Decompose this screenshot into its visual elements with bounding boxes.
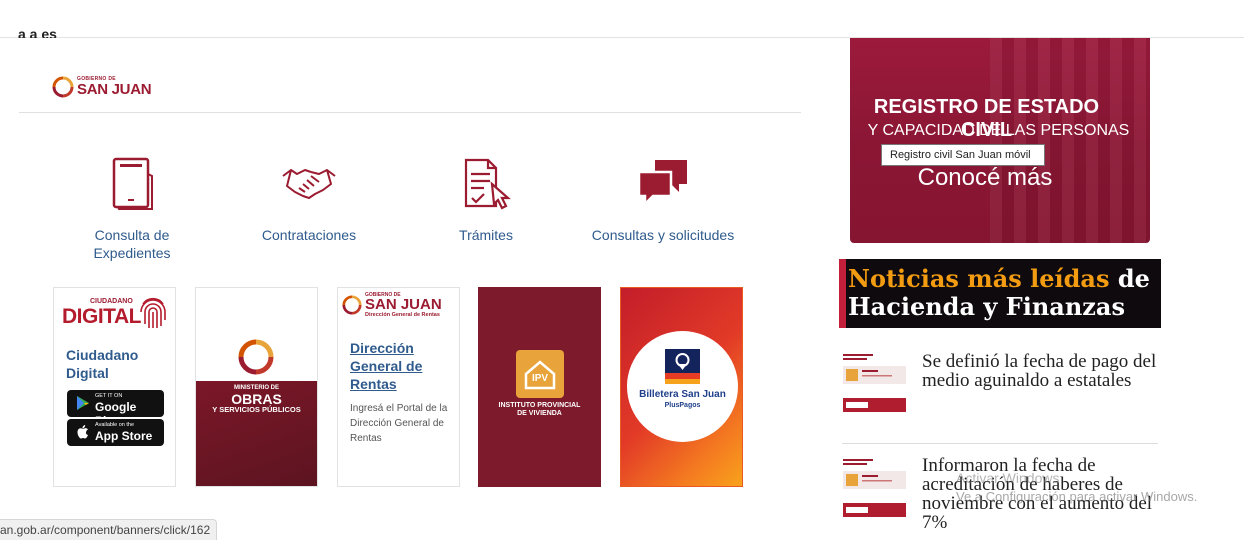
document-icon bbox=[112, 157, 153, 210]
billetera-title: Billetera San Juan bbox=[639, 389, 726, 400]
billetera-badge: Billetera San Juan PlusPagos bbox=[627, 331, 738, 442]
fingerprint-icon bbox=[140, 297, 166, 328]
ciudadano-badge-small: CIUDADANO bbox=[90, 298, 133, 305]
billetera-san-juan-card[interactable]: Billetera San Juan PlusPagos bbox=[620, 287, 743, 487]
service-label: Consultas y solicitudes bbox=[591, 227, 735, 243]
windows-watermark-sub: Ve a Configuración para activar Windows. bbox=[956, 489, 1198, 504]
status-bar-url: an.gob.ar/component/banners/click/162 bbox=[0, 519, 218, 540]
google-play-button[interactable]: GET IT ON Google Play bbox=[67, 390, 164, 428]
house-icon: IPV bbox=[524, 360, 556, 390]
windows-watermark: Activar Windows bbox=[956, 470, 1060, 486]
ciudadano-digital-link[interactable]: Ciudadano Digital bbox=[66, 346, 146, 382]
rentas-logo: GOBIERNO DE SAN JUAN Dirección General d… bbox=[342, 292, 442, 318]
billetera-sub: PlusPagos bbox=[664, 402, 701, 409]
rentas-description: Ingresá el Portal de la Dirección Genera… bbox=[350, 403, 448, 444]
svg-text:IPV: IPV bbox=[532, 373, 548, 384]
logo-big-text: SAN JUAN bbox=[77, 81, 152, 98]
banner-tooltip: Registro civil San Juan móvil bbox=[881, 144, 1045, 166]
google-play-icon bbox=[77, 396, 89, 410]
rentas-title-link[interactable]: Dirección General de Rentas bbox=[350, 339, 440, 393]
service-contrataciones[interactable]: Contrataciones bbox=[249, 156, 369, 246]
service-consulta-expedientes[interactable]: Consulta de Expedientes bbox=[72, 156, 192, 264]
form-icon bbox=[464, 158, 511, 210]
service-label: Contrataciones bbox=[261, 227, 357, 243]
news-separator bbox=[842, 443, 1158, 444]
service-consultas-solicitudes[interactable]: Consultas y solicitudes bbox=[582, 156, 744, 246]
ipv-text: INSTITUTO PROVINCIAL DE VIVIENDA bbox=[498, 402, 581, 417]
section-divider bbox=[19, 112, 801, 113]
ciudadano-badge-big: DIGITAL bbox=[62, 305, 141, 328]
obras-line3: Y SERVICIOS PÚBLICOS bbox=[212, 405, 301, 414]
news-thumbnail[interactable] bbox=[842, 457, 907, 517]
handshake-icon bbox=[282, 169, 336, 199]
banner-cta: Conocé más bbox=[917, 164, 1053, 191]
banner-line2: Y CAPACIDAD DE LAS PERSONAS bbox=[867, 122, 1130, 139]
service-label: Consulta de Expedientes bbox=[93, 227, 171, 261]
app-store-button[interactable]: Available on the App Store bbox=[67, 419, 164, 446]
direccion-rentas-card[interactable]: GOBIERNO DE SAN JUAN Dirección General d… bbox=[337, 287, 460, 487]
sun-logo-icon bbox=[238, 339, 274, 375]
location-pin-icon bbox=[665, 349, 700, 384]
news-item-title[interactable]: Se definió la fecha de pago del medio ag… bbox=[922, 352, 1162, 390]
ciudadano-digital-card[interactable]: CIUDADANO DIGITAL Ciudadano Digital GET … bbox=[53, 287, 176, 487]
ipv-logo: IPV bbox=[516, 350, 564, 398]
chat-icon bbox=[637, 160, 687, 208]
sun-logo-icon bbox=[342, 295, 362, 315]
obras-line2: OBRAS bbox=[231, 391, 282, 407]
gobierno-san-juan-logo[interactable]: GOBIERNO DE SAN JUAN bbox=[52, 76, 152, 98]
news-thumbnail[interactable] bbox=[842, 352, 907, 412]
registro-civil-banner[interactable]: REGISTRO DE ESTADO CIVIL Y CAPACIDAD DE … bbox=[850, 38, 1150, 243]
ministerio-obras-card[interactable]: MINISTERIO DE OBRAS Y SERVICIOS PÚBLICOS bbox=[195, 287, 318, 487]
service-label: Trámites bbox=[459, 227, 513, 243]
sun-logo-icon bbox=[52, 76, 74, 98]
service-tramites[interactable]: Trámites bbox=[426, 156, 546, 246]
ipv-card[interactable]: IPV INSTITUTO PROVINCIAL DE VIVIENDA bbox=[478, 287, 601, 487]
heading-accent-bar bbox=[839, 259, 846, 328]
cropped-heading: a a es bbox=[18, 26, 57, 38]
apple-icon bbox=[77, 425, 88, 439]
noticias-heading: Noticias más leídas de Hacienda y Finanz… bbox=[839, 259, 1161, 328]
